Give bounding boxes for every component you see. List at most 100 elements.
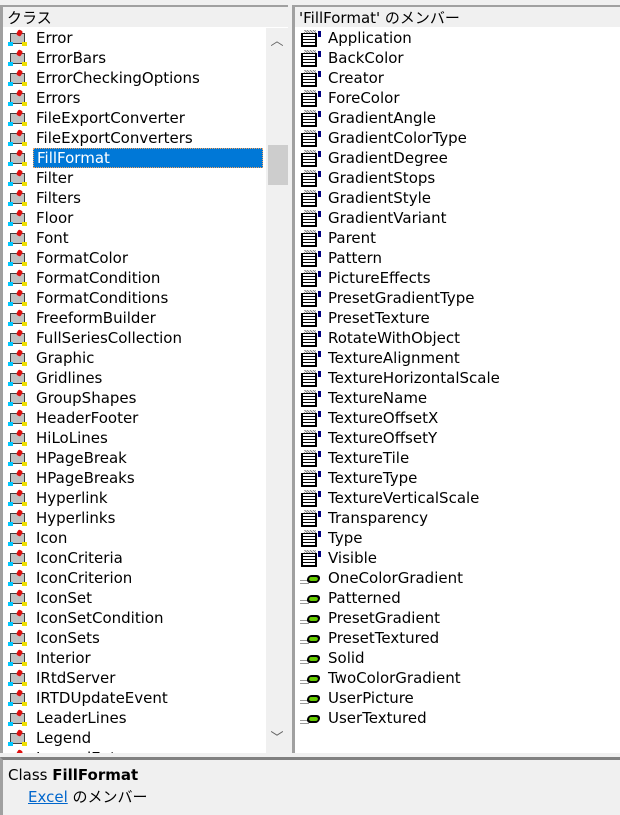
property-list-item[interactable]: PictureEffects (295, 268, 620, 288)
property-list-item[interactable]: ForeColor (295, 88, 620, 108)
item-label: BackColor (328, 49, 404, 67)
scroll-up-button[interactable]: ︿ (266, 32, 288, 52)
class-list-item[interactable]: HeaderFooter (3, 408, 266, 428)
property-list-item[interactable]: TextureHorizontalScale (295, 368, 620, 388)
class-list-item[interactable]: FormatCondition (3, 268, 266, 288)
class-list-item[interactable]: IconCriteria (3, 548, 266, 568)
constant-list-item[interactable]: OneColorGradient (295, 568, 620, 588)
item-label: PresetTexture (328, 309, 430, 327)
class-list-item[interactable]: Errors (3, 88, 266, 108)
class-list-item[interactable]: Hyperlinks (3, 508, 266, 528)
library-link[interactable]: Excel (28, 788, 68, 806)
classes-list[interactable]: Error ErrorBars ErrorCheckingOptions Errors… (3, 28, 266, 753)
class-list-item[interactable]: Error (3, 28, 266, 48)
item-label: GradientAngle (328, 109, 436, 127)
scroll-down-button[interactable]: ﹀ (266, 729, 288, 749)
class-module-icon (7, 69, 29, 87)
class-module-icon (7, 629, 29, 647)
details-pane: Class FillFormat Excel のメンバー (0, 757, 620, 815)
item-label: ForeColor (328, 89, 400, 107)
class-module-icon (7, 749, 29, 753)
class-list-item[interactable]: FileExportConverters (3, 128, 266, 148)
class-list-item[interactable]: Interior (3, 648, 266, 668)
property-list-item[interactable]: Application (295, 28, 620, 48)
property-list-item[interactable]: GradientVariant (295, 208, 620, 228)
class-list-item[interactable]: FileExportConverter (3, 108, 266, 128)
class-list-item[interactable]: IRTDUpdateEvent (3, 688, 266, 708)
class-list-item[interactable]: LeaderLines (3, 708, 266, 728)
class-list-item[interactable]: FreeformBuilder (3, 308, 266, 328)
class-list-item[interactable]: FormatColor (3, 248, 266, 268)
classes-scrollbar[interactable]: ︿ ﹀ (266, 28, 288, 753)
property-list-item[interactable]: Type (295, 528, 620, 548)
property-list-item[interactable]: BackColor (295, 48, 620, 68)
item-label: GradientDegree (328, 149, 448, 167)
class-list-item[interactable]: FormatConditions (3, 288, 266, 308)
class-list-item[interactable]: FullSeriesCollection (3, 328, 266, 348)
class-list-item[interactable]: Legend (3, 728, 266, 748)
class-list-item[interactable]: HPageBreaks (3, 468, 266, 488)
class-list-item[interactable]: IconCriterion (3, 568, 266, 588)
members-list[interactable]: Application BackColor Creator ForeColor Grad… (295, 28, 620, 753)
constant-list-item[interactable]: PresetTextured (295, 628, 620, 648)
property-list-item[interactable]: GradientStyle (295, 188, 620, 208)
class-list-item[interactable]: FillFormat (3, 148, 266, 168)
class-list-item[interactable]: Font (3, 228, 266, 248)
class-module-icon (7, 709, 29, 727)
class-list-item[interactable]: LegendEntry (3, 748, 266, 753)
property-list-item[interactable]: GradientDegree (295, 148, 620, 168)
property-list-item[interactable]: TextureAlignment (295, 348, 620, 368)
class-list-item[interactable]: Filters (3, 188, 266, 208)
property-list-item[interactable]: PresetTexture (295, 308, 620, 328)
constant-list-item[interactable]: Solid (295, 648, 620, 668)
property-list-item[interactable]: TextureOffsetX (295, 408, 620, 428)
constant-list-item[interactable]: TwoColorGradient (295, 668, 620, 688)
property-list-item[interactable]: Pattern (295, 248, 620, 268)
constant-list-item[interactable]: UserPicture (295, 688, 620, 708)
constant-list-item[interactable]: Patterned (295, 588, 620, 608)
property-icon (299, 30, 321, 47)
class-list-item[interactable]: Graphic (3, 348, 266, 368)
class-list-item[interactable]: IconSet (3, 588, 266, 608)
class-list-item[interactable]: Hyperlink (3, 488, 266, 508)
property-list-item[interactable]: GradientStops (295, 168, 620, 188)
property-list-item[interactable]: RotateWithObject (295, 328, 620, 348)
item-label: OneColorGradient (328, 569, 463, 587)
class-module-icon (7, 209, 29, 227)
property-list-item[interactable]: TextureOffsetY (295, 428, 620, 448)
property-list-item[interactable]: TextureTile (295, 448, 620, 468)
property-list-item[interactable]: PresetGradientType (295, 288, 620, 308)
item-label: IconCriterion (36, 569, 133, 587)
class-list-item[interactable]: IconSets (3, 628, 266, 648)
property-list-item[interactable]: Creator (295, 68, 620, 88)
constant-list-item[interactable]: PresetGradient (295, 608, 620, 628)
property-list-item[interactable]: GradientColorType (295, 128, 620, 148)
item-label: IconCriteria (36, 549, 123, 567)
property-list-item[interactable]: TextureName (295, 388, 620, 408)
property-list-item[interactable]: Visible (295, 548, 620, 568)
chevron-down-icon: ﹀ (270, 731, 284, 746)
class-module-icon (7, 409, 29, 427)
item-label: Type (328, 529, 363, 547)
class-module-icon (7, 89, 29, 107)
property-list-item[interactable]: Transparency (295, 508, 620, 528)
class-list-item[interactable]: HiLoLines (3, 428, 266, 448)
item-label: HeaderFooter (36, 409, 139, 427)
class-list-item[interactable]: IRtdServer (3, 668, 266, 688)
class-list-item[interactable]: HPageBreak (3, 448, 266, 468)
class-list-item[interactable]: Floor (3, 208, 266, 228)
class-module-icon (7, 109, 29, 127)
constant-list-item[interactable]: UserTextured (295, 708, 620, 728)
class-list-item[interactable]: Filter (3, 168, 266, 188)
class-list-item[interactable]: ErrorBars (3, 48, 266, 68)
property-list-item[interactable]: Parent (295, 228, 620, 248)
property-list-item[interactable]: TextureType (295, 468, 620, 488)
property-list-item[interactable]: GradientAngle (295, 108, 620, 128)
scrollbar-thumb[interactable] (268, 145, 288, 185)
property-list-item[interactable]: TextureVerticalScale (295, 488, 620, 508)
class-list-item[interactable]: Icon (3, 528, 266, 548)
class-list-item[interactable]: ErrorCheckingOptions (3, 68, 266, 88)
class-list-item[interactable]: IconSetCondition (3, 608, 266, 628)
class-list-item[interactable]: Gridlines (3, 368, 266, 388)
class-list-item[interactable]: GroupShapes (3, 388, 266, 408)
